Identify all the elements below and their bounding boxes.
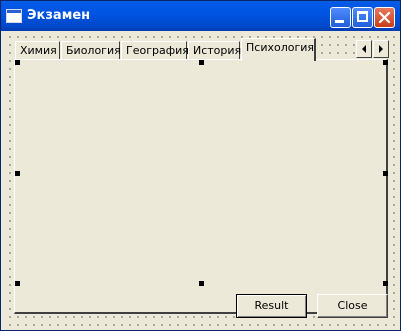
arrow-right-icon (379, 45, 383, 53)
minimize-icon (335, 20, 344, 23)
title-bar[interactable]: Экзамен (1, 1, 400, 31)
maximize-button[interactable] (352, 7, 373, 28)
minimize-button[interactable] (330, 7, 351, 28)
tab-history[interactable]: История (188, 41, 241, 59)
resize-handle-top-left[interactable] (15, 60, 20, 65)
window-title: Экзамен (27, 8, 91, 23)
close-window-button[interactable] (374, 7, 395, 28)
tab-biology[interactable]: Биология (61, 41, 121, 59)
result-button[interactable]: Result (236, 294, 307, 318)
resize-handle-bottom-left[interactable] (15, 281, 20, 286)
resize-handle-bottom[interactable] (199, 281, 204, 286)
exam-window: Экзамен Химия Биология География История… (0, 0, 401, 331)
resize-handle-top[interactable] (199, 60, 204, 65)
resize-handle-right[interactable] (383, 171, 388, 176)
close-button[interactable]: Close (317, 294, 388, 318)
resize-handle-top-right[interactable] (383, 60, 388, 65)
arrow-left-icon (362, 45, 366, 53)
tab-scroll-left-button[interactable] (356, 40, 372, 58)
close-icon (378, 11, 391, 24)
form-client-area: Химия Биология География История Психоло… (4, 31, 397, 327)
tab-page-psychology (14, 59, 388, 314)
tab-geography[interactable]: География (121, 41, 189, 59)
app-icon (6, 9, 22, 23)
resize-handle-left[interactable] (15, 171, 20, 176)
resize-handle-bottom-right[interactable] (383, 281, 388, 286)
maximize-icon (357, 11, 368, 22)
tab-psychology[interactable]: Психология (241, 38, 316, 61)
tab-chemistry[interactable]: Химия (15, 41, 60, 59)
tab-scroll-buttons (356, 40, 390, 58)
tab-scroll-right-button[interactable] (373, 40, 389, 58)
